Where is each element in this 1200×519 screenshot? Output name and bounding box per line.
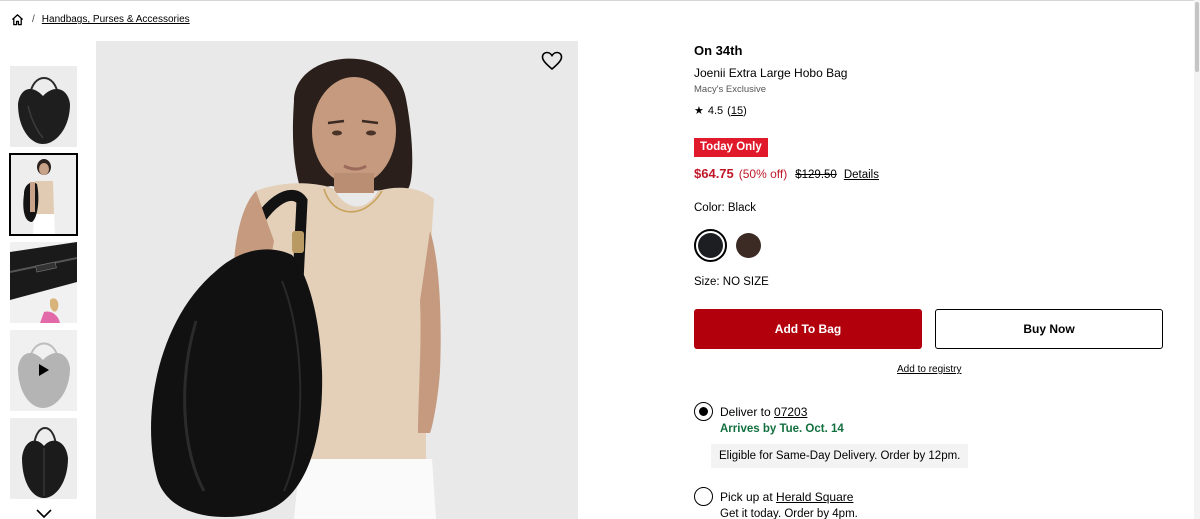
- thumbnail-model[interactable]: [9, 153, 78, 236]
- buy-now-button[interactable]: Buy Now: [935, 309, 1163, 349]
- zip-link[interactable]: 07203: [774, 405, 807, 419]
- color-swatch-black[interactable]: [698, 233, 723, 258]
- discount-percent: (50% off): [738, 167, 788, 181]
- page-scrollbar[interactable]: [1194, 0, 1200, 519]
- breadcrumb-separator: /: [32, 14, 35, 25]
- home-icon[interactable]: [11, 13, 24, 26]
- color-label: Color: Black: [694, 202, 756, 214]
- play-icon[interactable]: [38, 363, 50, 377]
- details-link[interactable]: Details: [844, 169, 879, 181]
- price-row: $64.75 (50% off) $129.50 Details: [694, 166, 879, 181]
- star-icon: ★: [694, 105, 704, 117]
- scrollbar-thumb[interactable]: [1195, 2, 1199, 72]
- original-price: $129.50: [795, 169, 837, 181]
- rating-value: 4.5: [707, 104, 724, 117]
- thumbnail-detail-zipper[interactable]: [10, 242, 77, 323]
- breadcrumb: / Handbags, Purses & Accessories: [11, 13, 190, 26]
- breadcrumb-category-link[interactable]: Handbags, Purses & Accessories: [42, 14, 190, 25]
- sale-price: $64.75: [694, 166, 734, 181]
- thumbnail-bag-side[interactable]: [10, 418, 77, 499]
- store-link[interactable]: Herald Square: [776, 490, 853, 504]
- chevron-down-icon[interactable]: [34, 508, 54, 519]
- deliver-label: Deliver to: [720, 405, 771, 419]
- pickup-time: Get it today. Order by 4pm.: [720, 508, 858, 519]
- thumbnail-bag-front[interactable]: [10, 66, 77, 147]
- arrival-date: Arrives by Tue. Oct. 14: [720, 423, 844, 435]
- deliver-option: Deliver to 07203: [720, 405, 807, 419]
- add-to-bag-button[interactable]: Add To Bag: [694, 309, 922, 349]
- today-only-badge: Today Only: [694, 138, 768, 157]
- heart-icon[interactable]: [541, 51, 563, 71]
- thumbnail-video[interactable]: [10, 330, 77, 411]
- pickup-option: Pick up at Herald Square: [720, 490, 853, 504]
- pickup-radio[interactable]: [694, 487, 713, 506]
- rating[interactable]: ★ 4.5 (15): [694, 104, 747, 118]
- size-label: Size: NO SIZE: [694, 276, 769, 288]
- header-divider: [0, 0, 1200, 1]
- exclusive-tag: Macy's Exclusive: [694, 84, 767, 95]
- review-count[interactable]: (15): [727, 105, 747, 117]
- main-product-image[interactable]: [96, 41, 578, 519]
- color-swatch-brown[interactable]: [736, 233, 761, 258]
- product-brand[interactable]: On 34th: [694, 43, 742, 58]
- add-to-registry-link[interactable]: Add to registry: [897, 364, 961, 375]
- pickup-label: Pick up at: [720, 490, 773, 504]
- same-day-notice: Eligible for Same-Day Delivery. Order by…: [711, 444, 969, 468]
- product-title: Joenii Extra Large Hobo Bag: [694, 66, 848, 80]
- deliver-radio[interactable]: [694, 402, 713, 421]
